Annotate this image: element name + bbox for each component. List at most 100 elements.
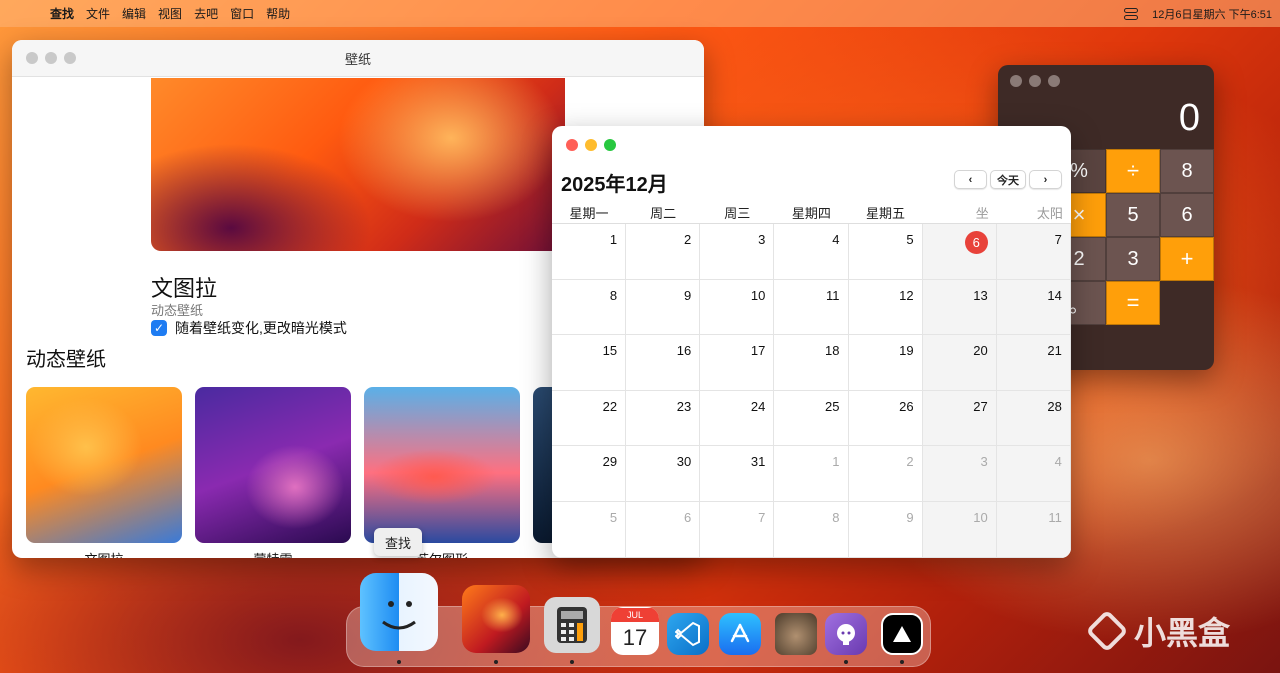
calendar-day[interactable]: 4: [996, 446, 1071, 502]
today-button[interactable]: 今天: [990, 170, 1026, 189]
menu-edit[interactable]: 编辑: [122, 5, 146, 22]
calendar-day[interactable]: 7: [996, 224, 1071, 280]
day-number: 20: [973, 343, 988, 359]
key-5[interactable]: 5: [1106, 193, 1160, 237]
key-8[interactable]: 8: [1160, 149, 1214, 193]
vercel-icon[interactable]: [881, 613, 923, 655]
calendar-day[interactable]: 8: [552, 279, 627, 336]
calendar-day[interactable]: 16: [626, 335, 701, 391]
calendar-day[interactable]: 29: [552, 446, 627, 502]
menu-file[interactable]: 文件: [86, 5, 110, 22]
calendar-day[interactable]: 5: [848, 224, 923, 280]
calendar-day[interactable]: 14: [996, 279, 1071, 336]
day-number: 19: [899, 343, 914, 359]
wallpaper-thumb-monterey[interactable]: 蒙特雷: [195, 387, 351, 558]
calendar-day[interactable]: 4: [774, 224, 849, 280]
menu-go[interactable]: 去吧: [194, 5, 218, 22]
cat-icon[interactable]: [775, 613, 817, 655]
day-number: 9: [684, 287, 692, 303]
menu-window[interactable]: 窗口: [230, 5, 254, 22]
day-number: 28: [1047, 398, 1062, 414]
weekday-label: 星期五: [866, 206, 906, 221]
day-number: 11: [1048, 509, 1062, 525]
dark-mode-checkbox-row[interactable]: ✓ 随着壁纸变化,更改暗光模式: [151, 318, 347, 338]
calendar-day[interactable]: 8: [774, 501, 849, 558]
menu-help[interactable]: 帮助: [266, 5, 290, 22]
wallpaper-thumb-ventura[interactable]: 文图拉: [26, 387, 182, 558]
menubar-datetime[interactable]: 12月6日星期六 下午6:51: [1152, 6, 1272, 22]
day-number: 29: [602, 454, 618, 470]
wallpaper-thumb-big-sur[interactable]: 苏尔图形: [364, 387, 520, 558]
prev-month-button[interactable]: ‹: [954, 170, 987, 189]
calendar-day[interactable]: 23: [626, 390, 701, 447]
menu-finder[interactable]: 查找: [50, 5, 74, 22]
key-3[interactable]: 3: [1106, 237, 1160, 281]
day-number: 8: [609, 287, 618, 303]
calendar-day[interactable]: 28: [996, 390, 1071, 447]
calendar-day[interactable]: 2: [626, 224, 701, 280]
calendar-day[interactable]: 2: [848, 446, 923, 502]
dark-mode-checkbox-label[interactable]: 随着壁纸变化,更改暗光模式: [175, 318, 347, 338]
calendar-day[interactable]: 20: [922, 335, 997, 391]
calendar-day[interactable]: 31: [700, 446, 775, 502]
calendar-day[interactable]: 17: [700, 335, 775, 391]
zoom-button[interactable]: [1048, 75, 1060, 87]
calendar-day[interactable]: 7: [700, 501, 775, 558]
calendar-day[interactable]: 12: [848, 279, 923, 336]
minimize-button[interactable]: [1029, 75, 1041, 87]
calendar-day[interactable]: 10: [700, 279, 775, 336]
control-center-icon[interactable]: [1124, 7, 1139, 20]
window-title: 壁纸: [344, 51, 371, 67]
minimize-button[interactable]: [585, 139, 597, 151]
github-icon[interactable]: [825, 613, 867, 655]
calendar-day[interactable]: 30: [626, 446, 701, 502]
calendar-day[interactable]: 15: [552, 335, 627, 391]
calendar-day[interactable]: 3: [922, 446, 997, 502]
calendar-day[interactable]: 3: [700, 224, 775, 280]
day-number: 25: [825, 398, 840, 414]
calendar-day[interactable]: 6: [922, 224, 997, 280]
wallpaper-titlebar[interactable]: 壁纸: [12, 40, 704, 77]
calendar-day[interactable]: 1: [552, 224, 627, 280]
calendar-day[interactable]: 9: [848, 501, 923, 558]
calendar-icon[interactable]: JUL 17: [611, 607, 659, 655]
calendar-day[interactable]: 1: [774, 446, 849, 502]
wallpaper-icon[interactable]: [462, 585, 530, 653]
day-number: 4: [1054, 454, 1062, 470]
app-store-icon[interactable]: [719, 613, 761, 655]
menu-view[interactable]: 视图: [158, 5, 182, 22]
calendar-month-title: 2025年12月: [561, 174, 668, 196]
calendar-day[interactable]: 6: [626, 501, 701, 558]
calendar-day[interactable]: 18: [774, 335, 849, 391]
calendar-day[interactable]: 21: [996, 335, 1071, 391]
plus-key[interactable]: +: [1160, 237, 1214, 281]
zoom-button[interactable]: [604, 139, 616, 151]
calendar-day[interactable]: 27: [922, 390, 997, 447]
divide-key[interactable]: ÷: [1106, 149, 1160, 193]
calculator-icon[interactable]: [544, 597, 600, 653]
calendar-day[interactable]: 11: [996, 501, 1071, 558]
wallpaper-preview: [151, 78, 565, 251]
weekday-label: 太阳: [1036, 206, 1063, 221]
calendar-day[interactable]: 24: [700, 390, 775, 447]
calendar-day[interactable]: 5: [552, 501, 627, 558]
day-number: 7: [758, 509, 766, 525]
checkmark-icon[interactable]: ✓: [151, 320, 167, 336]
day-number: 15: [602, 343, 618, 359]
key-6[interactable]: 6: [1160, 193, 1214, 237]
close-button[interactable]: [1010, 75, 1022, 87]
calendar-day[interactable]: 19: [848, 335, 923, 391]
equals-key[interactable]: =: [1106, 281, 1160, 325]
calendar-day[interactable]: 9: [626, 279, 701, 336]
calendar-day[interactable]: 22: [552, 390, 627, 447]
calendar-day[interactable]: 13: [922, 279, 997, 336]
calendar-day[interactable]: 26: [848, 390, 923, 447]
finder-icon[interactable]: [360, 573, 438, 651]
calendar-day[interactable]: 10: [922, 501, 997, 558]
weekday-label: 坐: [975, 206, 989, 221]
close-button[interactable]: [566, 139, 578, 151]
vscode-icon[interactable]: [667, 613, 709, 655]
next-month-button[interactable]: ›: [1029, 170, 1062, 189]
calendar-day[interactable]: 11: [774, 279, 849, 336]
calendar-day[interactable]: 25: [774, 390, 849, 447]
